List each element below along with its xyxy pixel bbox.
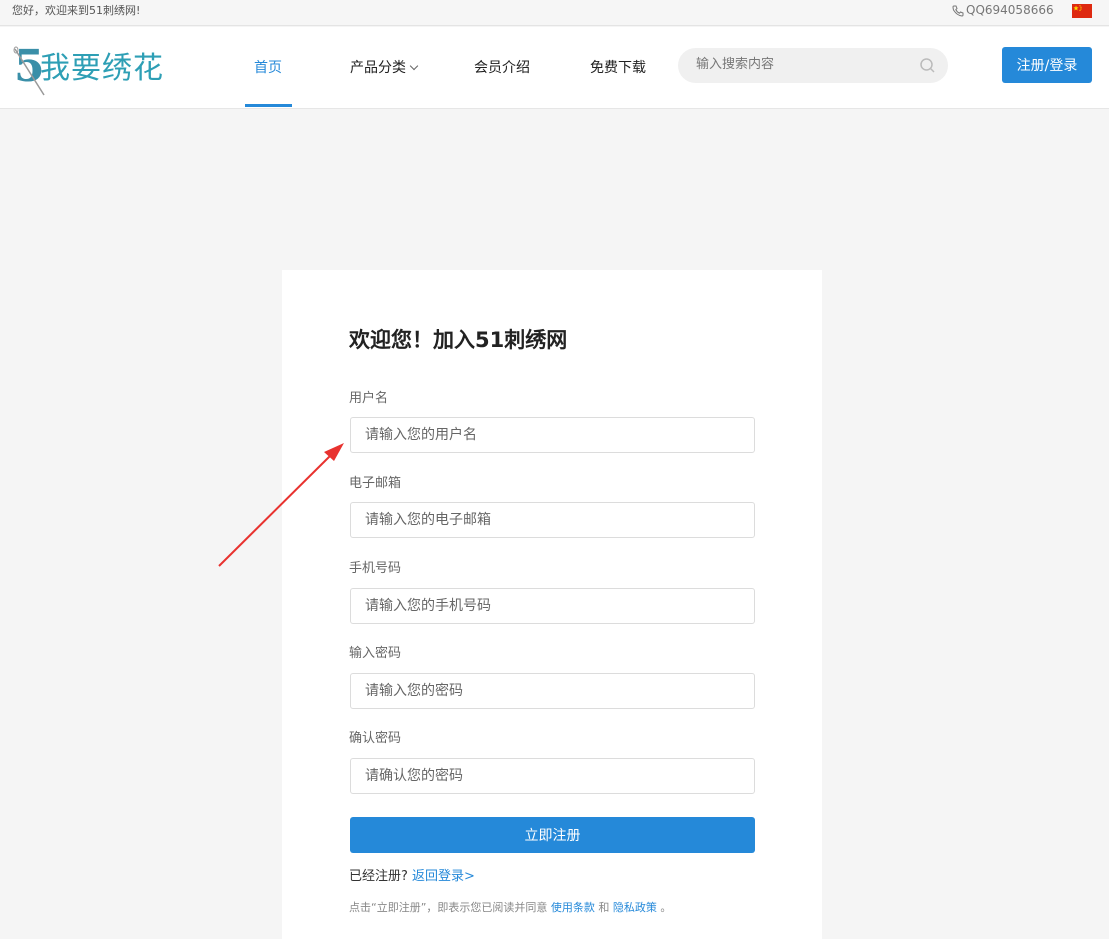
nav-product-categories-label: 产品分类 (350, 60, 406, 76)
register-submit-button[interactable]: 立即注册 (350, 817, 755, 853)
site-logo[interactable]: 5 我要绣花 (12, 41, 182, 101)
china-flag-icon[interactable] (1072, 4, 1092, 18)
top-bar: 您好，欢迎来到51刺绣网! QQ694058666 (0, 0, 1109, 26)
qq-number: QQ694058666 (966, 3, 1054, 17)
qq-contact[interactable]: QQ694058666 (952, 3, 1054, 18)
terms-suffix: 。 (660, 901, 672, 914)
password-label: 输入密码 (349, 646, 402, 661)
search-box[interactable]: 输入搜索内容 (678, 48, 948, 83)
phone-icon (952, 5, 964, 17)
confirm-password-input[interactable] (350, 758, 755, 794)
terms-notice: 点击“立即注册”，即表示您已阅读并同意 使用条款 和 隐私政策 。 (349, 901, 671, 915)
password-input[interactable] (350, 673, 755, 709)
register-login-button[interactable]: 注册/登录 (1002, 47, 1092, 83)
already-registered-text: 已经注册? (349, 869, 408, 884)
phone-label: 手机号码 (349, 561, 402, 576)
nav-product-categories[interactable]: 产品分类 (350, 27, 419, 109)
terms-and: 和 (598, 901, 610, 914)
nav-membership[interactable]: 会员介绍 (474, 27, 530, 109)
confirm-password-label: 确认密码 (349, 731, 402, 746)
page-title: 欢迎您！加入51刺绣网 (349, 328, 568, 352)
back-to-login-link[interactable]: 返回登录> (412, 869, 475, 884)
nav-active-indicator (245, 104, 292, 107)
terms-of-use-link[interactable]: 使用条款 (551, 901, 595, 914)
nav-home[interactable]: 首页 (254, 27, 282, 109)
username-input[interactable] (350, 417, 755, 453)
welcome-text: 您好，欢迎来到51刺绣网! (12, 4, 141, 17)
search-input[interactable]: 输入搜索内容 (696, 57, 774, 73)
terms-prefix: 点击“立即注册”，即表示您已阅读并同意 (349, 901, 548, 914)
logo-brand: 我要绣花 (40, 51, 164, 86)
chevron-down-icon (409, 61, 419, 71)
email-input[interactable] (350, 502, 755, 538)
nav-free-download[interactable]: 免费下载 (590, 27, 646, 109)
site-header: 5 我要绣花 首页 产品分类 会员介绍 免费下载 输入搜索内容 注册/登录 (0, 27, 1109, 109)
already-registered: 已经注册? 返回登录> (349, 869, 475, 885)
search-icon[interactable] (919, 57, 936, 74)
register-card: 欢迎您！加入51刺绣网 用户名 电子邮箱 手机号码 输入密码 确认密码 立即注册… (282, 270, 822, 939)
privacy-policy-link[interactable]: 隐私政策 (613, 901, 657, 914)
phone-input[interactable] (350, 588, 755, 624)
username-label: 用户名 (349, 391, 389, 406)
email-label: 电子邮箱 (349, 476, 402, 491)
